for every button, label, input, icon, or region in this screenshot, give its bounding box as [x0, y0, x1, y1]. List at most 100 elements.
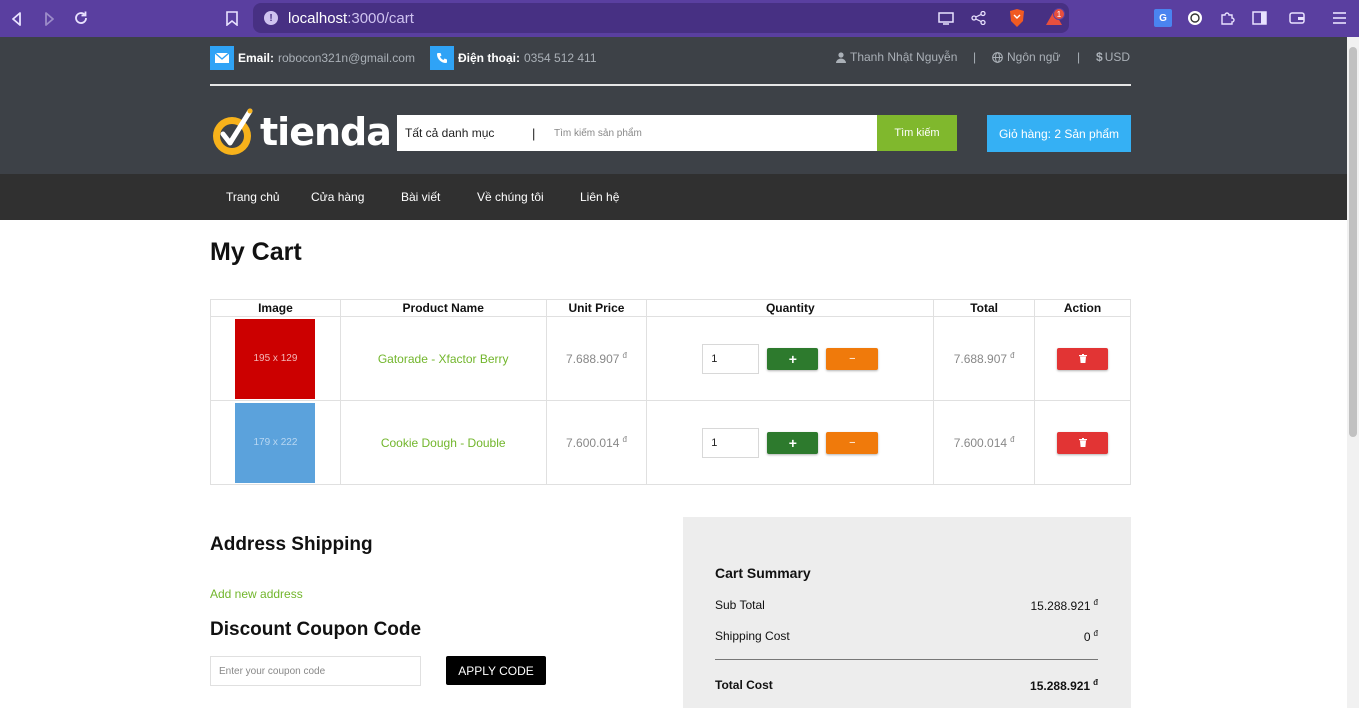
page-scrollbar[interactable]: [1347, 37, 1359, 708]
plus-icon: +: [788, 434, 797, 451]
menu-hamburger-icon[interactable]: [1330, 9, 1348, 27]
translate-icon[interactable]: G: [1154, 9, 1172, 27]
currency-symbol: đ: [622, 435, 627, 444]
line-total: 7.688.907 đ: [953, 351, 1015, 366]
wallet-icon[interactable]: [1288, 9, 1306, 27]
extensions-puzzle-icon[interactable]: [1218, 9, 1236, 27]
shipping-row: Shipping Cost 0đ: [715, 629, 1098, 644]
product-name-link[interactable]: Gatorade - Xfactor Berry: [378, 352, 509, 366]
delete-item-button[interactable]: [1057, 347, 1109, 370]
delete-item-button[interactable]: [1057, 431, 1109, 454]
search-bar: Tất cả danh mục | Tìm kiếm sản phẩm Tìm …: [397, 115, 957, 151]
increase-quantity-button[interactable]: +: [767, 347, 819, 370]
quantity-input[interactable]: 1: [702, 427, 760, 458]
language-selector[interactable]: Ngôn ngữ: [992, 50, 1060, 64]
minus-icon: −: [849, 352, 856, 365]
unit-price: 7.600.014 đ: [566, 435, 627, 450]
cart-summary-panel: Cart Summary Sub Total 15.288.921 đ Shipp…: [683, 517, 1131, 708]
increase-quantity-button[interactable]: +: [767, 431, 819, 454]
decrease-quantity-button[interactable]: −: [826, 347, 879, 370]
cast-icon[interactable]: [937, 10, 955, 26]
menu-item-home[interactable]: Trang chủ: [226, 190, 280, 204]
table-row: 179 x 222 Cookie Dough - Double 7.600.01…: [210, 400, 1131, 485]
currency-symbol: đ: [1093, 598, 1098, 607]
search-button[interactable]: Tìm kiếm: [877, 115, 957, 151]
user-name: Thanh Nhật Nguyễn: [850, 50, 958, 64]
menu-item-blog[interactable]: Bài viết: [401, 190, 440, 204]
total-row: Total Cost 15.288.921 đ: [715, 678, 1098, 693]
trash-icon: [1078, 354, 1087, 363]
dollar-icon: $: [1096, 50, 1103, 64]
line-total-value: 7.688.907: [953, 352, 1008, 366]
header-divider: |: [1077, 50, 1081, 64]
total-label: Total Cost: [715, 678, 773, 692]
reload-icon[interactable]: [72, 9, 90, 27]
envelope-icon: [210, 46, 234, 70]
table-row: 195 x 129 Gatorade - Xfactor Berry 7.688…: [210, 316, 1131, 401]
cart-summary-title: Cart Summary: [715, 565, 811, 581]
site-logo[interactable]: tienda: [210, 104, 392, 160]
phone-icon: [430, 46, 454, 70]
email-value[interactable]: robocon321n@gmail.com: [278, 51, 415, 65]
main-menu: Trang chủ Cửa hàng Bài viết Về chúng tôi…: [0, 174, 1347, 220]
menu-item-shop[interactable]: Cửa hàng: [311, 190, 364, 204]
share-icon[interactable]: [969, 10, 987, 26]
line-total-value: 7.600.014: [953, 436, 1008, 450]
currency-selector[interactable]: $ USD: [1096, 50, 1130, 64]
apply-code-button[interactable]: APPLY CODE: [446, 656, 546, 685]
total-value: 15.288.921: [1030, 679, 1091, 693]
quantity-stepper: 1 + −: [647, 427, 933, 458]
currency-symbol: đ: [1093, 629, 1098, 638]
url-host: localhost: [288, 9, 348, 27]
browser-toolbar: ! localhost:3000/cart 1 G: [0, 0, 1359, 37]
unit-price-value: 7.600.014: [566, 436, 620, 450]
user-account[interactable]: Thanh Nhật Nguyễn: [836, 50, 957, 64]
product-name-link[interactable]: Cookie Dough - Double: [381, 436, 506, 450]
currency-symbol: đ: [1010, 351, 1015, 360]
column-header-quantity: Quantity: [646, 299, 935, 317]
sidebar-toggle-icon[interactable]: [1250, 9, 1268, 27]
phone-value[interactable]: 0354 512 411: [524, 51, 597, 65]
line-total: 7.600.014 đ: [953, 435, 1015, 450]
currency-symbol: đ: [1093, 678, 1098, 687]
bookmark-icon[interactable]: [223, 9, 241, 27]
header-divider: |: [973, 50, 977, 64]
decrease-quantity-button[interactable]: −: [826, 431, 879, 454]
category-dropdown[interactable]: Tất cả danh mục: [397, 126, 532, 140]
brave-rewards-icon[interactable]: 1: [1041, 8, 1067, 28]
menu-item-contact[interactable]: Liên hệ: [580, 190, 619, 204]
add-new-address-link[interactable]: Add new address: [210, 587, 303, 601]
currency-label: USD: [1104, 50, 1131, 64]
currency-symbol: đ: [622, 351, 627, 360]
column-header-unit-price: Unit Price: [545, 299, 648, 317]
menu-item-about[interactable]: Về chúng tôi: [477, 190, 544, 204]
product-image[interactable]: 179 x 222: [235, 402, 316, 483]
quantity-input[interactable]: 1: [702, 343, 760, 374]
search-input[interactable]: Tìm kiếm sản phẩm: [546, 128, 877, 139]
coupon-input[interactable]: Enter your coupon code: [210, 656, 421, 686]
unit-price-value: 7.688.907: [566, 352, 620, 366]
brave-shield-icon[interactable]: [1007, 8, 1027, 28]
table-header-row: Image Product Name Unit Price Quantity T…: [210, 299, 1131, 317]
shipping-value: 0: [1083, 630, 1091, 644]
logo-check-icon: [213, 108, 253, 155]
forward-icon[interactable]: [40, 10, 58, 28]
back-icon[interactable]: [8, 10, 26, 28]
email-label: Email:: [238, 51, 275, 65]
phone-contact: Điện thoại: 0354 512 411: [430, 46, 597, 70]
extension-globe-icon[interactable]: [1186, 9, 1204, 27]
coupon-title: Discount Coupon Code: [210, 619, 422, 640]
currency-symbol: đ: [1010, 435, 1015, 444]
product-image[interactable]: 195 x 129: [235, 318, 316, 399]
summary-divider: [715, 659, 1098, 660]
column-header-total: Total: [933, 299, 1036, 317]
url-path: :3000/cart: [347, 9, 414, 27]
header-divider-line: [210, 84, 1131, 86]
site-info-icon[interactable]: !: [264, 11, 278, 25]
user-icon: [836, 51, 846, 63]
cart-button[interactable]: Giỏ hàng: 2 Sản phẩm: [987, 115, 1131, 152]
cart-table: Image Product Name Unit Price Quantity T…: [210, 299, 1131, 485]
phone-label: Điện thoại:: [458, 51, 520, 65]
scrollbar-thumb[interactable]: [1349, 47, 1357, 437]
plus-icon: +: [788, 350, 797, 367]
